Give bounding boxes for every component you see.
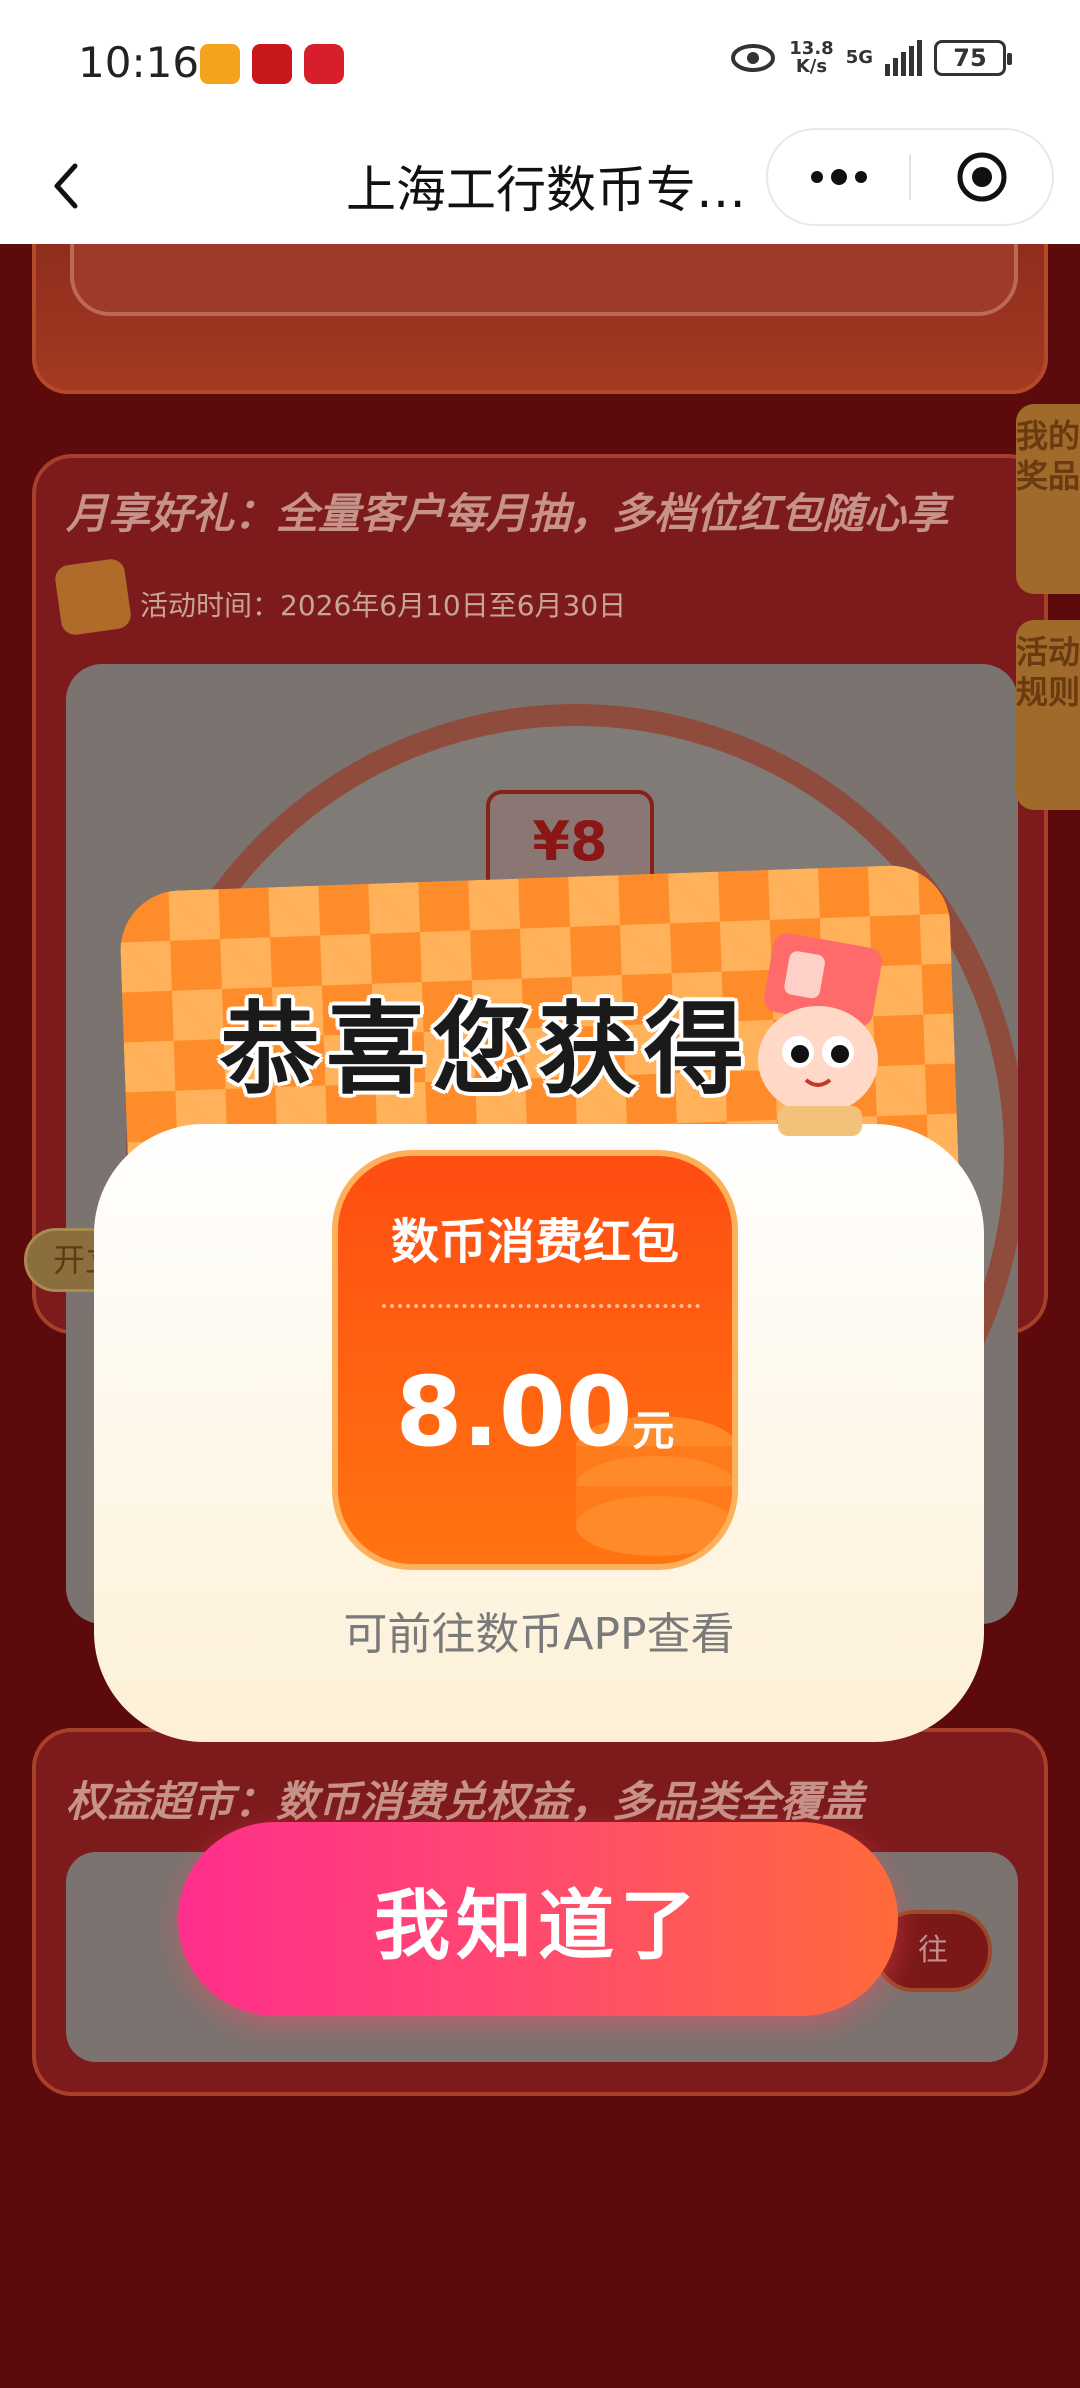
status-time: 10:16 xyxy=(78,38,200,87)
rights-market-title: 权益超市：数币消费兑权益，多品类全覆盖 xyxy=(66,1777,865,1826)
my-prizes-tab[interactable]: 我的奖品 xyxy=(1016,404,1080,594)
net-speed: 13.8 K/s xyxy=(789,40,833,76)
coupon-amount: 8.00元 xyxy=(338,1356,732,1468)
activity-rules-tab[interactable]: 活动规则 xyxy=(1016,620,1080,810)
back-button[interactable] xyxy=(36,156,96,216)
confirm-button-label: 我知道了 xyxy=(374,1881,702,1970)
coupon-name: 数币消费红包 xyxy=(390,1214,679,1270)
prize-dialog: 恭喜您获得 数币消费红包 8.00元 可前往数币APP查看 xyxy=(94,863,984,1742)
calendar-icon xyxy=(53,557,133,637)
net-speed-unit: K/s xyxy=(795,56,828,77)
network-label: 5G xyxy=(845,47,873,68)
signal-icon xyxy=(885,40,922,76)
status-bar: 10:16 13.8 K/s 5G 75 xyxy=(0,0,1080,128)
battery-icon: 75 xyxy=(934,40,1012,76)
chevron-left-icon xyxy=(54,163,78,209)
coupon-amount-value: 8.00 xyxy=(395,1356,633,1468)
network-type: 5G xyxy=(846,49,873,67)
page-title: 上海工行数币专… xyxy=(346,161,746,219)
coupon-divider xyxy=(382,1304,700,1310)
bank-notification-icon xyxy=(252,44,292,84)
nav-bar: 上海工行数币专… xyxy=(0,128,1080,244)
mascot-hand-icon xyxy=(758,933,882,1136)
more-button[interactable] xyxy=(768,130,909,224)
dialog-title: 恭喜您获得 xyxy=(220,991,750,1108)
notification-icons xyxy=(200,44,344,84)
bank-app-notification-icon xyxy=(304,44,344,84)
confirm-button[interactable]: 我知道了 xyxy=(178,1822,898,2016)
dialog-hint: 可前往数币APP查看 xyxy=(343,1609,735,1660)
coupon-amount-unit: 元 xyxy=(632,1406,675,1455)
app-notification-icon xyxy=(200,44,240,84)
close-mini-program-button[interactable] xyxy=(911,130,1052,224)
monthly-gift-title: 月享好礼：全量客户每月抽，多档位红包随心享 xyxy=(66,489,949,538)
status-indicators: 13.8 K/s 5G 75 xyxy=(729,40,1012,76)
coupon-card: 数币消费红包 8.00元 xyxy=(332,1150,738,1570)
more-dots-icon xyxy=(810,169,867,185)
target-close-icon xyxy=(957,152,1006,202)
mini-program-capsule xyxy=(766,128,1054,226)
eye-icon xyxy=(731,44,776,72)
activity-time: 活动时间：2026年6月10日至6月30日 xyxy=(140,589,627,622)
